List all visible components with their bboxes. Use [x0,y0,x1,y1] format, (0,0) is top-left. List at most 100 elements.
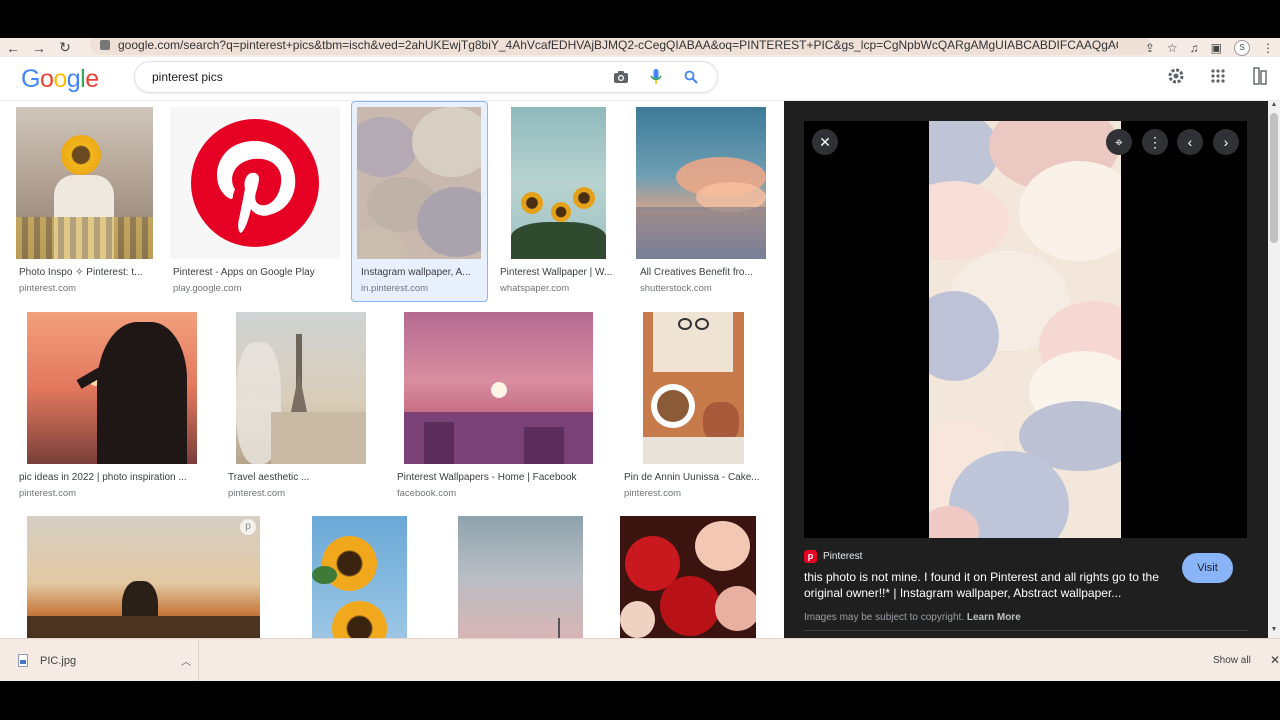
pinterest-favicon-icon: p [804,550,817,563]
logo-letter: o [53,65,67,93]
result-card[interactable]: Photo Inspo ✧ Pinterest: t... pinterest.… [16,107,156,297]
result-thumbnail[interactable] [458,516,583,638]
result-card[interactable]: pic ideas in 2022 | photo inspiration ..… [16,312,216,502]
search-input[interactable]: pinterest pics [152,70,612,84]
result-title[interactable]: Pinterest - Apps on Google Play [173,267,341,278]
pinterest-badge-icon: p [240,519,256,535]
result-title[interactable]: pic ideas in 2022 | photo inspiration ..… [19,472,214,483]
download-item[interactable]: PIC.jpg ︿ [0,639,199,681]
lock-icon [100,39,110,50]
image-preview-panel: ✕ ⌖ ⋮ ‹ › p Pinterest this photo is not … [784,101,1268,638]
result-card[interactable]: All Creatives Benefit fro... shutterstoc… [636,107,770,297]
result-title[interactable]: Photo Inspo ✧ Pinterest: t... [19,267,153,278]
search-box[interactable]: pinterest pics [134,61,718,93]
result-thumbnail[interactable] [27,312,197,464]
previous-image-icon[interactable]: ‹ [1177,129,1203,155]
next-image-icon[interactable]: › [1213,129,1239,155]
profile-avatar[interactable]: S [1234,39,1250,56]
show-all-button[interactable]: Show all [1213,655,1251,666]
result-card[interactable]: Pinterest - Apps on Google Play play.goo… [170,107,342,297]
download-file-name[interactable]: PIC.jpg [40,655,174,667]
address-bar[interactable]: google.com/search?q=pinterest+pics&tbm=i… [90,38,1150,55]
scroll-up-icon[interactable]: ▲ [1270,101,1278,111]
result-card[interactable]: Pinterest Wallpapers - Home | Facebook f… [394,312,614,502]
close-downloads-icon[interactable]: ✕ [1270,653,1280,667]
bookmark-star-icon[interactable]: ☆ [1167,41,1178,55]
toolbar-right: ⇪ ☆ ♫ ▣ S ⋮ [1145,38,1280,57]
menu-icon[interactable]: ⋮ [1262,41,1274,55]
result-title[interactable]: Instagram wallpaper, A... [361,267,483,278]
visit-button[interactable]: Visit [1182,553,1233,583]
logo-letter: e [85,65,99,93]
forward-icon[interactable]: → [26,38,52,57]
result-card[interactable] [312,516,407,638]
result-source: pinterest.com [228,488,286,499]
url-text: google.com/search?q=pinterest+pics&tbm=i… [118,38,1118,52]
result-title[interactable]: Pinterest Wallpaper | W... [500,267,620,278]
result-thumbnail[interactable]: p [27,516,260,638]
settings-gear-icon[interactable] [1166,66,1186,86]
share-icon[interactable]: ⇪ [1145,41,1155,55]
lens-search-icon[interactable]: ⌖ [1106,129,1132,155]
result-source: play.google.com [173,283,242,294]
google-header: Google pinterest pics [0,57,1280,101]
downloads-bar: PIC.jpg ︿ Show all ✕ [0,638,1280,681]
result-source: shutterstock.com [640,283,712,294]
result-thumbnail[interactable] [511,107,606,259]
header-actions [1166,66,1270,86]
logo-letter: G [21,65,40,93]
close-icon[interactable]: ✕ [812,129,838,155]
more-options-icon[interactable]: ⋮ [1142,129,1168,155]
result-title[interactable]: All Creatives Benefit fro... [640,267,766,278]
source-name[interactable]: Pinterest [823,551,862,562]
result-thumbnail[interactable] [404,312,593,464]
logo-letter: o [39,65,54,93]
image-file-icon [18,654,28,667]
result-card[interactable]: Pinterest Wallpaper | W... whatspaper.co… [500,107,622,297]
result-card[interactable]: Travel aesthetic ... pinterest.com [225,312,380,502]
learn-more-link[interactable]: Learn More [967,612,1021,623]
google-logo[interactable]: Google [21,65,99,94]
result-thumbnail[interactable] [312,516,407,638]
result-thumbnail[interactable] [636,107,766,259]
preview-title[interactable]: this photo is not mine. I found it on Pi… [804,569,1174,601]
result-card[interactable]: Pin de Annin Uunissa - Cake... pinterest… [621,312,771,502]
result-source: in.pinterest.com [361,283,429,294]
result-thumbnail[interactable] [236,312,366,464]
chevron-up-icon[interactable]: ︿ [174,653,198,668]
source-info[interactable]: p Pinterest [804,550,862,563]
back-icon[interactable]: ← [0,38,26,57]
extensions-icon[interactable]: ▣ [1211,41,1222,55]
apps-grid-icon[interactable] [1208,66,1228,86]
result-thumbnail[interactable] [643,312,744,464]
result-title[interactable]: Pinterest Wallpapers - Home | Facebook [397,472,612,483]
camera-search-icon[interactable] [612,68,630,86]
media-icon[interactable]: ♫ [1190,41,1199,55]
result-source: pinterest.com [19,488,77,499]
browser-window: ← → ↻ google.com/search?q=pinterest+pics… [0,38,1280,681]
browser-toolbar: ← → ↻ google.com/search?q=pinterest+pics… [0,38,1280,57]
result-source: facebook.com [397,488,457,499]
scroll-down-icon[interactable]: ▼ [1270,626,1278,636]
account-icon[interactable] [1250,66,1270,86]
result-card[interactable] [620,516,756,638]
page-scrollbar[interactable]: ▲ ▼ [1268,101,1280,638]
copyright-text: Images may be subject to copyright. [804,612,965,623]
divider [804,630,1247,631]
search-icon[interactable] [682,68,700,86]
scroll-thumb[interactable] [1270,113,1278,243]
result-thumbnail[interactable] [170,107,340,259]
result-thumbnail[interactable] [16,107,153,259]
result-title[interactable]: Travel aesthetic ... [228,472,378,483]
result-title[interactable]: Pin de Annin Uunissa - Cake... [624,472,769,483]
result-card[interactable]: p [27,516,260,638]
reload-icon[interactable]: ↻ [52,38,78,57]
result-thumbnail[interactable] [357,107,481,259]
result-thumbnail[interactable] [620,516,756,638]
microphone-icon[interactable] [647,68,665,86]
logo-letter: g [66,65,81,93]
result-card-selected[interactable]: Instagram wallpaper, A... in.pinterest.c… [357,107,485,297]
preview-image[interactable] [929,121,1121,538]
result-card[interactable] [458,516,583,638]
result-source: whatspaper.com [500,283,570,294]
